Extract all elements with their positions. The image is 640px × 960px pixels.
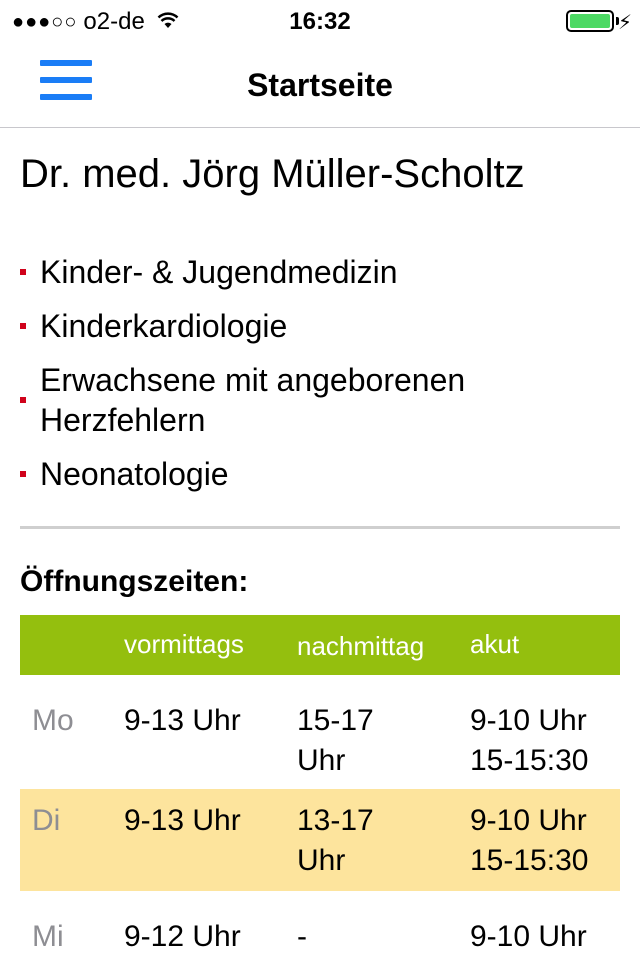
battery-icon <box>566 10 614 32</box>
specialty-label: Kinderkardiologie <box>40 308 288 344</box>
page-title: Startseite <box>247 67 393 103</box>
column-header-akut: akut <box>470 629 520 659</box>
afternoon-cell: 13-17 Uhr <box>297 801 374 881</box>
afternoon-line: 13-17 <box>297 804 374 837</box>
afternoon-cell: - <box>297 917 307 957</box>
afternoon-line: - <box>297 920 307 953</box>
app-screen: ●●●○○ o2-de 16:32 ⚡ Startseite Dr. med. … <box>0 0 640 960</box>
list-item: Kinderkardiologie <box>20 306 620 346</box>
table-header: vormittags nachmittags akut <box>20 615 620 675</box>
morning-cell: 9-12 Uhr <box>124 920 241 953</box>
acute-line: 9-10 Uhr <box>470 804 587 837</box>
specialty-label: Erwachsene mit angeborenen Herzfehlern <box>40 362 466 438</box>
column-header-vormittags: vormittags <box>124 629 244 659</box>
column-header-nachmittags: nachmittags <box>297 631 425 661</box>
table-row: Mo 9-13 Uhr 15-17 Uhr 9-10 Uhr 15-15:30 <box>20 675 620 789</box>
bullet-icon <box>20 471 26 477</box>
opening-hours-table: vormittags nachmittags akut Mo 9-13 Uhr … <box>20 615 620 960</box>
afternoon-line: 15-17 <box>297 704 374 737</box>
list-item: Kinder- & Jugendmedizin <box>20 252 620 292</box>
morning-cell: 9-13 Uhr <box>124 704 241 737</box>
afternoon-cell: 15-17 Uhr <box>297 701 374 781</box>
status-time: 16:32 <box>289 8 351 35</box>
acute-line: 15-15:30 <box>470 844 589 877</box>
acute-line: 15-15:30 <box>470 744 589 777</box>
specialty-label: Neonatologie <box>40 456 229 492</box>
acute-cell: 9-10 Uhr <box>470 917 587 957</box>
acute-line: 9-10 Uhr <box>470 920 587 953</box>
acute-cell: 9-10 Uhr 15-15:30 <box>470 701 588 781</box>
bullet-icon <box>20 323 26 329</box>
afternoon-line: Uhr <box>297 844 346 877</box>
charging-icon: ⚡ <box>617 12 632 34</box>
morning-cell: 9-13 Uhr <box>124 804 241 837</box>
afternoon-line: Uhr <box>297 744 346 777</box>
bullet-icon <box>20 269 26 275</box>
list-item: Neonatologie <box>20 454 620 494</box>
specialty-list: Kinder- & Jugendmedizin Kinderkardiologi… <box>20 252 620 508</box>
list-item: Erwachsene mit angeborenen Herzfehlern <box>20 360 620 440</box>
section-divider <box>20 526 620 529</box>
table-row: Mi 9-12 Uhr - 9-10 Uhr <box>20 891 620 960</box>
table-row-today: Di 9-13 Uhr 13-17 Uhr 9-10 Uhr 15-15:30 <box>20 789 620 891</box>
battery-level <box>570 14 610 28</box>
opening-hours-title: Öffnungszeiten: <box>20 565 249 598</box>
acute-line: 9-10 Uhr <box>470 704 587 737</box>
status-bar: ●●●○○ o2-de 16:32 ⚡ <box>0 0 640 40</box>
day-cell: Mi <box>32 920 64 953</box>
day-cell: Di <box>32 804 61 837</box>
specialty-label: Kinder- & Jugendmedizin <box>40 254 398 290</box>
doctor-name: Dr. med. Jörg Müller-Scholtz <box>20 152 525 196</box>
day-cell: Mo <box>32 704 74 737</box>
acute-cell: 9-10 Uhr 15-15:30 <box>470 801 588 881</box>
bullet-icon <box>20 397 26 403</box>
navigation-bar: Startseite <box>0 40 640 128</box>
